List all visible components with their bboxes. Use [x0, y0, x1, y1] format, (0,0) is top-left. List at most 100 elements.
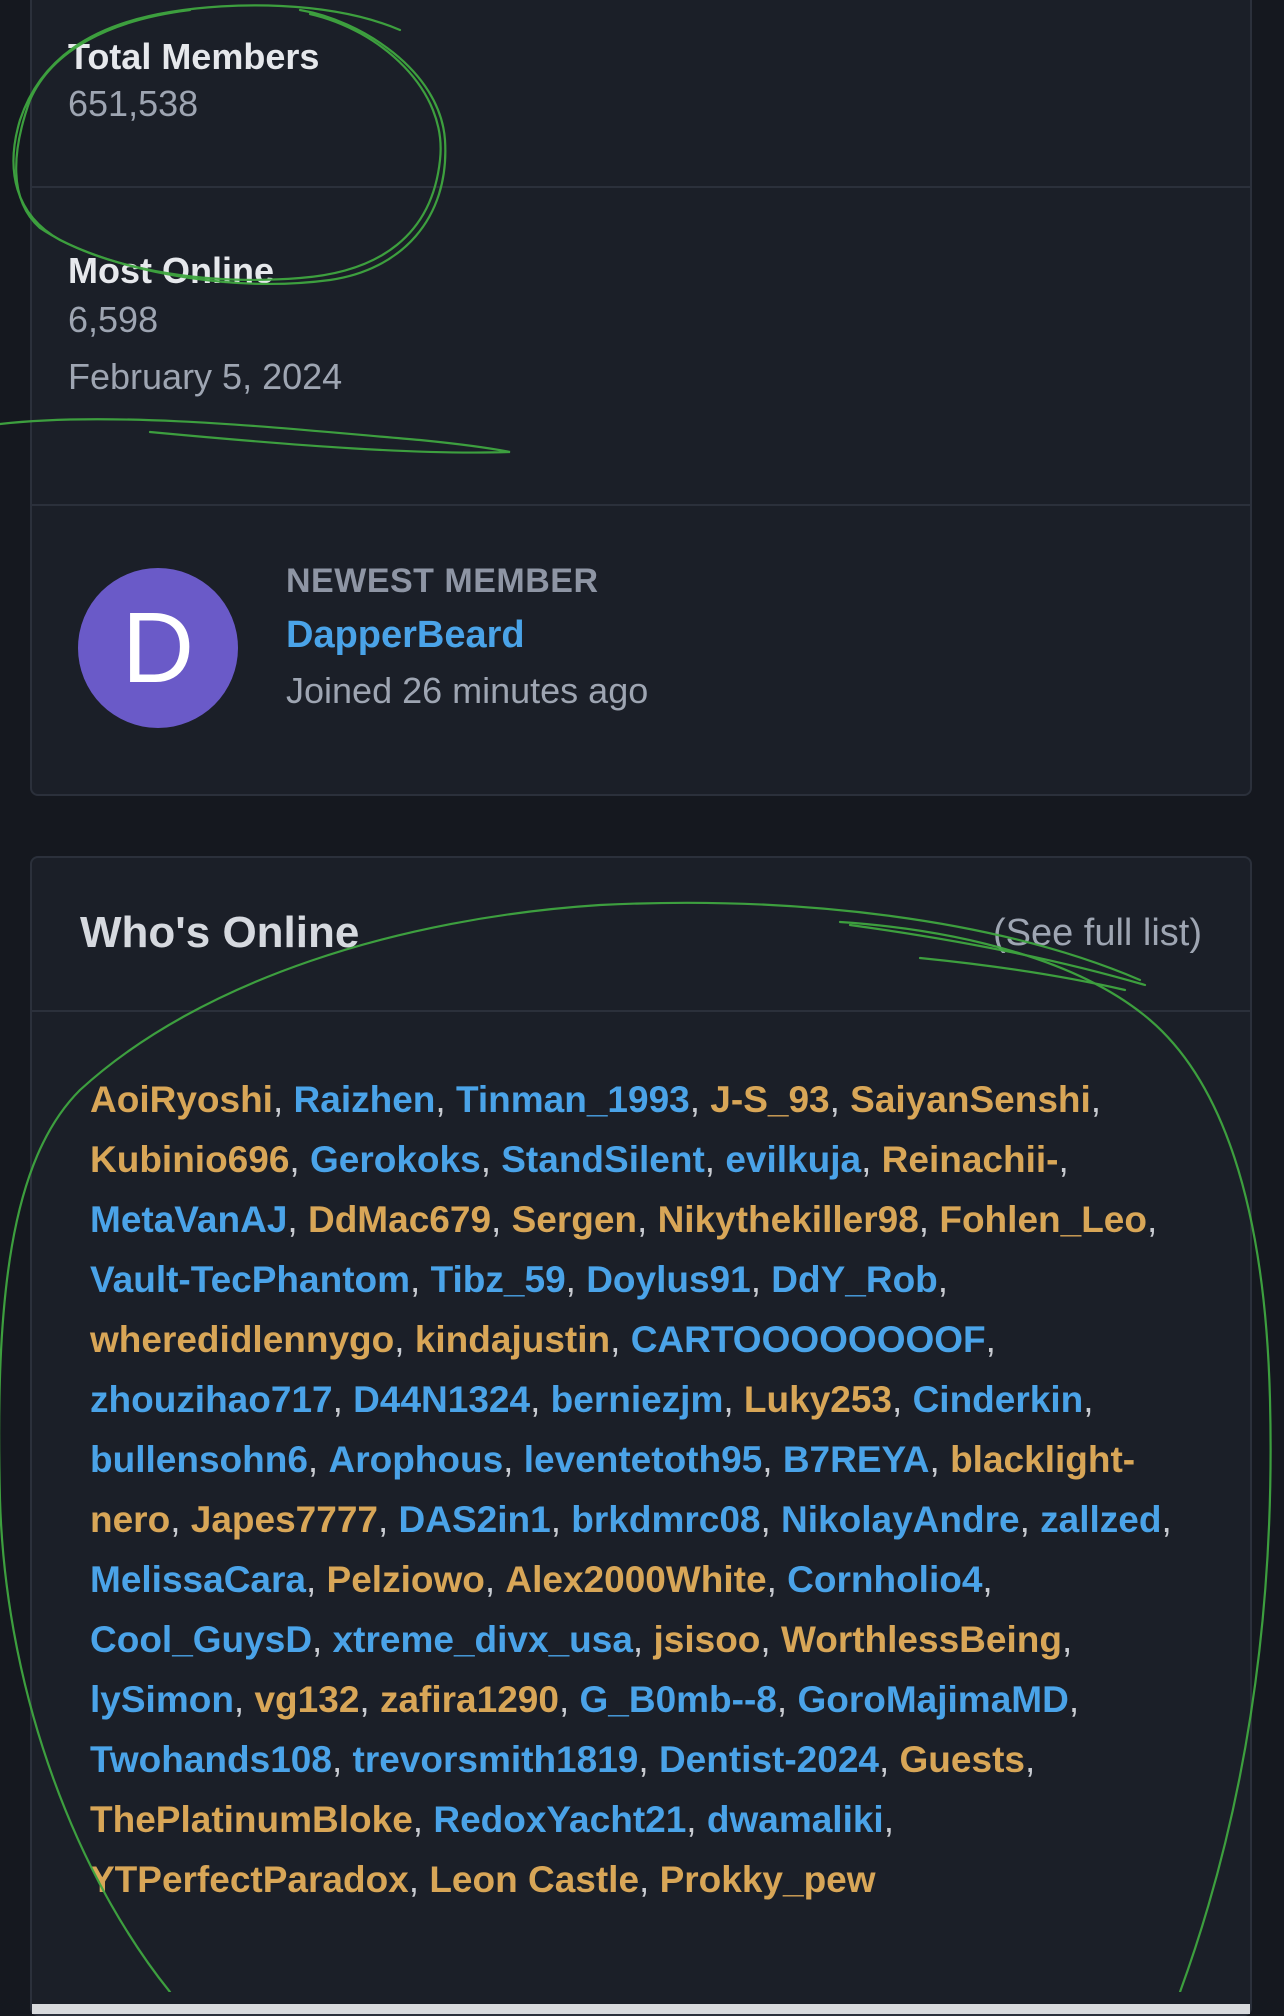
list-separator: ,: [359, 1679, 380, 1720]
online-user-link[interactable]: jsisoo: [653, 1619, 760, 1660]
list-separator: ,: [287, 1199, 308, 1240]
online-user-link[interactable]: Pelziowo: [327, 1559, 485, 1600]
avatar[interactable]: D: [78, 568, 238, 728]
online-user-link[interactable]: B7REYA: [783, 1439, 930, 1480]
list-separator: ,: [289, 1139, 310, 1180]
list-separator: ,: [639, 1859, 660, 1900]
online-user-link[interactable]: Cool_GuysD: [90, 1619, 312, 1660]
online-user-link[interactable]: vg132: [254, 1679, 359, 1720]
avatar-letter: D: [121, 591, 195, 704]
online-user-link[interactable]: Raizhen: [294, 1079, 436, 1120]
online-user-link[interactable]: Tinman_1993: [456, 1079, 690, 1120]
online-user-link[interactable]: Luky253: [744, 1379, 892, 1420]
online-user-link[interactable]: Guests: [900, 1739, 1025, 1780]
newest-member-joined: Joined 26 minutes ago: [286, 670, 649, 711]
online-user-link[interactable]: Cornholio4: [787, 1559, 982, 1600]
online-user-link[interactable]: Alex2000White: [505, 1559, 766, 1600]
online-user-link[interactable]: Sergen: [512, 1199, 637, 1240]
online-user-link[interactable]: brkdmrc08: [571, 1499, 760, 1540]
online-user-link[interactable]: CARTOOOOOOOOF: [631, 1319, 986, 1360]
list-separator: ,: [170, 1499, 191, 1540]
list-separator: ,: [929, 1439, 951, 1480]
online-user-link[interactable]: zafira1290: [380, 1679, 559, 1720]
online-user-link[interactable]: Gerokoks: [310, 1139, 481, 1180]
list-separator: ,: [412, 1799, 434, 1840]
online-user-link[interactable]: lySimon: [90, 1679, 234, 1720]
list-separator: ,: [1068, 1679, 1080, 1720]
online-user-link[interactable]: wheredidlennygo: [90, 1319, 394, 1360]
online-user-link[interactable]: GoroMajimaMD: [797, 1679, 1068, 1720]
online-user-link[interactable]: DAS2in1: [399, 1499, 551, 1540]
list-separator: ,: [530, 1379, 551, 1420]
online-user-link[interactable]: Dentist-2024: [659, 1739, 879, 1780]
most-online-date: February 5, 2024: [68, 356, 343, 397]
list-separator: ,: [312, 1619, 333, 1660]
online-user-link[interactable]: kindajustin: [415, 1319, 610, 1360]
online-user-link[interactable]: Nikythekiller98: [658, 1199, 919, 1240]
online-user-link[interactable]: Cinderkin: [913, 1379, 1084, 1420]
online-user-link[interactable]: Reinachii-: [882, 1139, 1059, 1180]
online-user-link[interactable]: Doylus91: [586, 1259, 751, 1300]
online-user-link[interactable]: Fohlen_Leo: [939, 1199, 1147, 1240]
list-separator: ,: [985, 1319, 996, 1360]
list-separator: ,: [760, 1619, 781, 1660]
online-user-link[interactable]: dwamaliki: [707, 1799, 884, 1840]
online-user-link[interactable]: Twohands108: [90, 1739, 332, 1780]
list-separator: ,: [637, 1199, 658, 1240]
list-separator: ,: [610, 1319, 631, 1360]
online-user-link[interactable]: berniezjm: [551, 1379, 724, 1420]
online-user-link[interactable]: xtreme_divx_usa: [333, 1619, 633, 1660]
online-user-link[interactable]: MetaVanAJ: [90, 1199, 287, 1240]
list-separator: ,: [435, 1079, 456, 1120]
total-members-value: 651,538: [68, 83, 199, 124]
online-user-link[interactable]: ThePlatinumBloke: [90, 1799, 413, 1840]
online-user-link[interactable]: StandSilent: [501, 1139, 705, 1180]
list-separator: ,: [565, 1259, 587, 1300]
online-user-link[interactable]: RedoxYacht21: [433, 1799, 686, 1840]
list-separator: ,: [1090, 1079, 1102, 1120]
online-user-link[interactable]: D44N1324: [353, 1379, 530, 1420]
list-separator: ,: [1161, 1499, 1172, 1540]
list-separator: ,: [331, 1739, 353, 1780]
online-user-link[interactable]: WorthlessBeing: [781, 1619, 1062, 1660]
list-separator: ,: [883, 1799, 894, 1840]
online-user-link[interactable]: SaiyanSenshi: [850, 1079, 1091, 1120]
list-separator: ,: [233, 1679, 255, 1720]
online-user-link[interactable]: Prokky_pew: [660, 1859, 876, 1900]
online-user-link[interactable]: J-S_93: [710, 1079, 829, 1120]
online-user-link[interactable]: trevorsmith1819: [353, 1739, 639, 1780]
online-user-link[interactable]: Leon Castle: [429, 1859, 639, 1900]
list-separator: ,: [503, 1439, 524, 1480]
list-separator: ,: [686, 1799, 707, 1840]
list-separator: ,: [982, 1559, 993, 1600]
newest-member-link[interactable]: DapperBeard: [286, 614, 525, 657]
online-user-link[interactable]: DdY_Rob: [771, 1259, 938, 1300]
list-separator: ,: [410, 1259, 431, 1300]
online-user-link[interactable]: Japes7777: [191, 1499, 378, 1540]
online-user-link[interactable]: Vault-TecPhantom: [90, 1259, 410, 1300]
online-user-link[interactable]: Tibz_59: [431, 1259, 566, 1300]
list-separator: ,: [892, 1379, 913, 1420]
online-user-link[interactable]: YTPerfectParadox: [90, 1859, 409, 1900]
online-user-link[interactable]: Arophous: [328, 1439, 503, 1480]
online-user-link[interactable]: bullensohn6: [90, 1439, 308, 1480]
newest-member-label: NEWEST MEMBER: [286, 562, 599, 600]
online-user-link[interactable]: G_B0mb--8: [580, 1679, 777, 1720]
online-user-link[interactable]: zallzed: [1040, 1499, 1161, 1540]
list-separator: ,: [332, 1379, 354, 1420]
list-separator: ,: [689, 1079, 711, 1120]
online-user-link[interactable]: leventetoth95: [524, 1439, 763, 1480]
list-separator: ,: [1058, 1139, 1069, 1180]
see-full-list-link[interactable]: (See full list): [993, 912, 1202, 955]
online-user-link[interactable]: NikolayAndre: [781, 1499, 1020, 1540]
list-separator: ,: [762, 1439, 783, 1480]
online-user-link[interactable]: evilkuja: [725, 1139, 861, 1180]
online-user-link[interactable]: zhouzihao717: [90, 1379, 333, 1420]
online-user-link[interactable]: Kubinio696: [90, 1139, 289, 1180]
online-user-link[interactable]: DdMac679: [308, 1199, 491, 1240]
list-separator: ,: [558, 1679, 580, 1720]
online-user-link[interactable]: MelissaCara: [90, 1559, 306, 1600]
list-separator: ,: [1024, 1739, 1036, 1780]
online-user-link[interactable]: AoiRyoshi: [90, 1079, 273, 1120]
list-separator: ,: [937, 1259, 949, 1300]
